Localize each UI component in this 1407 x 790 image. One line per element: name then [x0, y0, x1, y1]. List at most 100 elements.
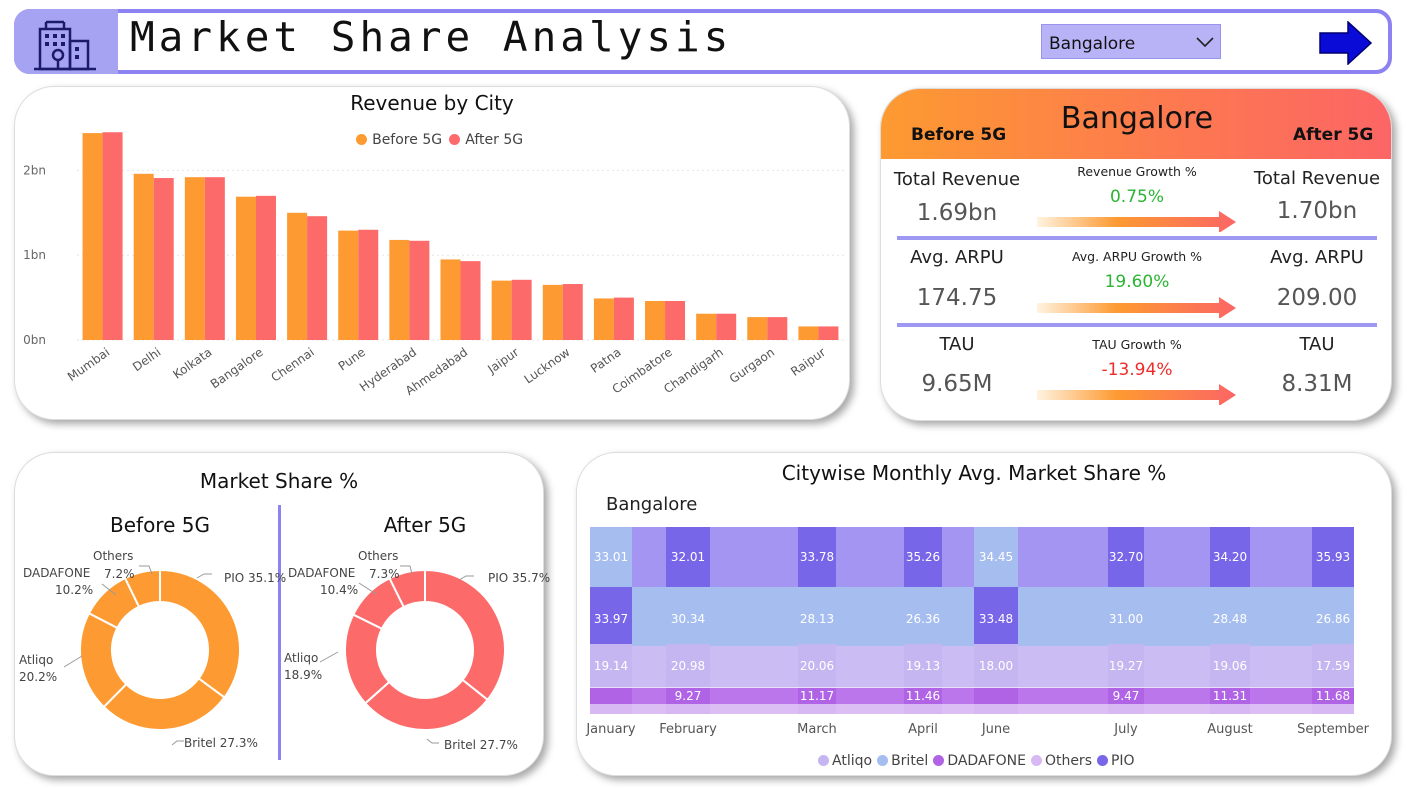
ribbon-value-label: 9.47 [1113, 689, 1140, 703]
before-label-dadafone-name: DADAFONE [23, 566, 91, 580]
before-label-others-name: Others [93, 549, 134, 563]
chevron-down-icon [1196, 37, 1214, 48]
kpi-arpu-label-after: Avg. ARPU [1270, 247, 1364, 268]
building-icon [34, 20, 96, 71]
kpi-tau-before: 9.65M [921, 371, 993, 397]
citywise-legend: Atliqo Britel DADAFONE Others PIO [818, 750, 1140, 769]
x-tick-label: Mumbai [65, 345, 112, 384]
ribbon-value-label: 28.13 [800, 612, 834, 626]
bar-before [338, 230, 359, 340]
ribbon-value-label: 18.00 [979, 659, 1013, 673]
ribbon-cell [904, 704, 942, 714]
ribbon-cell [798, 704, 836, 714]
city-dropdown[interactable]: Bangalore [1041, 24, 1221, 59]
bar-before [82, 133, 103, 340]
x-month-label: July [1113, 722, 1138, 737]
bar-after [255, 195, 276, 340]
before-label-britel: Britel 27.3% [184, 736, 258, 750]
bar-after [460, 261, 481, 340]
growth-arrow-icon [1037, 211, 1236, 232]
kpi-separator [897, 323, 1377, 327]
bar-before [184, 177, 205, 340]
ribbon-value-label: 35.93 [1316, 550, 1350, 564]
ribbon-value-label: 11.17 [800, 689, 834, 703]
kpi-after-label: After 5G [1293, 125, 1374, 145]
x-tick-label: Gurgaon [727, 345, 777, 386]
kpi-tau-growth-label: TAU Growth % [1092, 337, 1182, 352]
bar-before [389, 239, 410, 340]
bar-before [593, 298, 614, 340]
ribbon-value-label: 33.01 [594, 550, 628, 564]
ribbon-value-label: 34.45 [979, 550, 1013, 564]
kpi-revenue-growth-value: 0.75% [1109, 187, 1164, 207]
ribbon-value-label: 19.13 [906, 659, 940, 673]
ribbon-cell [666, 704, 710, 714]
after-label-atliqo-value: 18.9% [284, 668, 323, 682]
x-tick-label: Delhi [130, 345, 163, 374]
bar-after [204, 177, 225, 340]
bar-before [133, 173, 154, 340]
x-month-label: September [1297, 722, 1370, 737]
city-dropdown-value: Bangalore [1049, 34, 1136, 54]
legend-dot [1096, 755, 1108, 766]
ribbon-cell [590, 704, 632, 714]
ribbon-value-label: 33.48 [979, 612, 1013, 626]
ribbon-cell [974, 704, 1018, 714]
citywise-ribbon-chart: 33.01 33.97 19.14 January 32.01 30.34 20.98 9.2… [585, 527, 1370, 737]
ribbon-value-label: 19.27 [1109, 659, 1143, 673]
kpi-separator [897, 236, 1377, 240]
kpi-revenue-label-after: Total Revenue [1253, 168, 1381, 189]
bar-after [153, 178, 174, 340]
before-label-pio: PIO 35.1% [224, 571, 287, 585]
kpi-tau-after: 8.31M [1281, 371, 1353, 397]
before-label-dadafone-value: 10.2% [55, 583, 94, 597]
kpi-arpu-growth-label: Avg. ARPU Growth % [1071, 249, 1203, 264]
after-label-dadafone-value: 10.4% [320, 583, 359, 597]
after-label-dadafone-name: DADAFONE [288, 566, 356, 580]
after-label-atliqo-name: Atliqo [284, 651, 319, 665]
ribbon-value-label: 9.27 [675, 689, 702, 703]
kpi-tau-growth-value: -13.94% [1101, 360, 1173, 380]
kpi-tau-label-after: TAU [1299, 334, 1335, 355]
header-icon-panel [14, 9, 118, 74]
ribbon-value-label: 11.68 [1316, 689, 1350, 703]
after-label-britel: Britel 27.7% [444, 738, 518, 752]
before-label-atliqo-value: 20.2% [19, 670, 58, 684]
bar-after [613, 297, 634, 340]
navigate-arrow-button[interactable] [1318, 21, 1374, 65]
ribbon-cell [974, 688, 1018, 704]
x-month-label: March [797, 722, 837, 737]
bar-before [747, 317, 768, 340]
ribbon-value-label: 32.70 [1109, 550, 1143, 564]
ribbon-cell [1108, 704, 1144, 714]
bar-after [665, 300, 686, 340]
bar-before [696, 313, 717, 340]
ribbon-value-label: 30.34 [671, 612, 705, 626]
ribbon-value-label: 35.26 [906, 550, 940, 564]
ribbon-value-label: 33.78 [800, 550, 834, 564]
x-month-label: June [981, 722, 1010, 737]
before-label-atliqo-name: Atliqo [19, 653, 54, 667]
x-tick-label: Patna [588, 345, 624, 376]
kpi-revenue-growth-label: Revenue Growth % [1077, 164, 1197, 179]
ribbon-value-label: 32.01 [671, 550, 705, 564]
kpi-card: Before 5G Bangalore After 5G Total Reven… [880, 88, 1392, 421]
ribbon-value-label: 11.31 [1213, 689, 1247, 703]
y-tick-label: 1bn [23, 248, 46, 262]
bar-before [235, 196, 256, 340]
legend-label: Atliqo [832, 753, 873, 769]
bar-before [645, 300, 666, 340]
market-share-title: Market Share % [199, 469, 359, 493]
bar-after [409, 240, 430, 340]
after-5g-donut-title: After 5G [383, 513, 467, 537]
bar-after [358, 229, 379, 340]
growth-arrow-icon [1037, 384, 1236, 405]
ribbon-value-label: 31.00 [1109, 612, 1143, 626]
x-tick-label: Jaipur [484, 345, 521, 377]
ribbon-value-label: 34.20 [1213, 550, 1247, 564]
legend-dot [933, 755, 945, 766]
page-title: Market Share Analysis [130, 13, 733, 61]
kpi-revenue-label-before: Total Revenue [893, 169, 1021, 190]
legend-label: Britel [891, 753, 929, 769]
ribbon-value-label: 26.86 [1316, 612, 1350, 626]
